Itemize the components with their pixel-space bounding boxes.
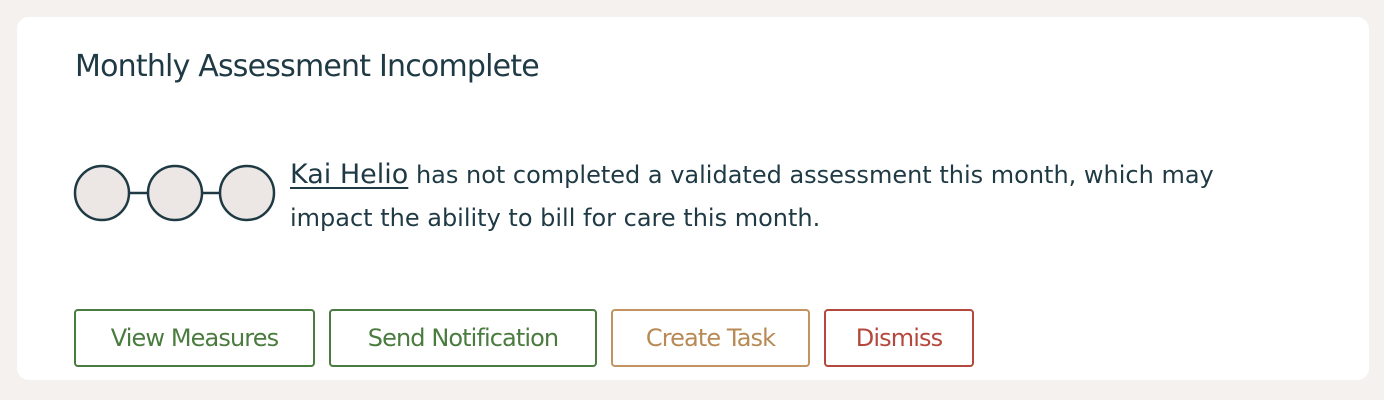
create-task-button[interactable]: Create Task	[611, 309, 810, 367]
dismiss-button[interactable]: Dismiss	[824, 309, 974, 367]
alert-message-text: has not completed a validated assessment…	[290, 161, 1214, 232]
patient-name-link[interactable]: Kai Helio	[290, 159, 408, 190]
step-circle-3	[218, 164, 276, 222]
alert-title: Monthly Assessment Incomplete	[75, 49, 540, 84]
alert-card: Monthly Assessment Incomplete Kai Helio …	[17, 17, 1369, 380]
view-measures-button[interactable]: View Measures	[74, 309, 315, 367]
alert-message: Kai Helio has not completed a validated …	[290, 153, 1300, 240]
step-circle-1	[73, 164, 131, 222]
step-circle-2	[146, 164, 204, 222]
alert-actions: View Measures Send Notification Create T…	[74, 309, 974, 367]
assessment-progress-indicator	[73, 164, 276, 222]
send-notification-button[interactable]: Send Notification	[329, 309, 597, 367]
